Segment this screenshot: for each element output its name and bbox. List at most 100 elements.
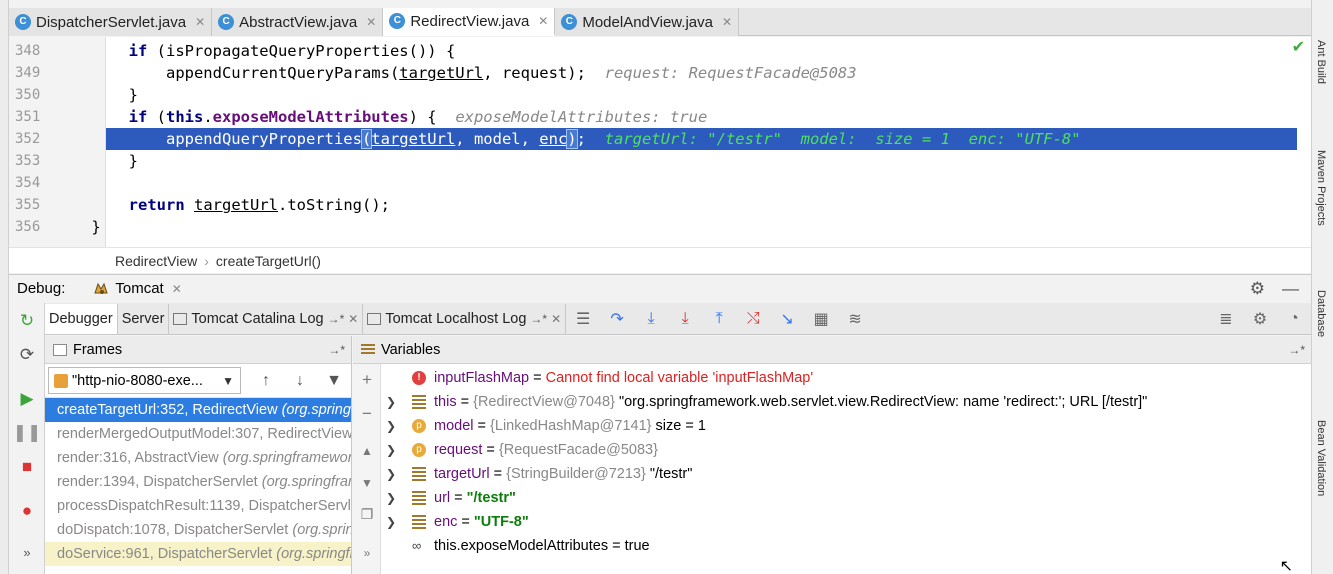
filter-icon[interactable]: ▼ [317,372,351,390]
frame-item[interactable]: createTargetUrl:352, RedirectView (org.s… [45,398,351,422]
step-out-icon[interactable]: ⤒ [702,304,736,334]
close-icon[interactable]: ✕ [538,14,548,28]
code-token: } [54,152,138,170]
code-line[interactable]: 350 } [9,84,1311,106]
more-icon[interactable]: » [9,545,45,560]
variable-row[interactable]: ∞ this.exposeModelAttributes = true [381,534,1311,558]
rerun-icon[interactable]: ↻ [9,311,45,331]
frame-item[interactable]: processDispatchResult:1139, DispatcherSe… [45,494,351,518]
equals-sign: = [456,394,474,410]
evaluate-expression-icon[interactable]: ▦ [804,304,838,334]
tab-server[interactable]: Server [118,303,170,334]
variable-row[interactable]: ❯ this = {RedirectView@7048} "org.springf… [381,390,1311,414]
variable-row[interactable]: ❯ p model = {LinkedHashMap@7141} size = 1 [381,414,1311,438]
tab-tomcat-localhost-log[interactable]: Tomcat Localhost Log →* ✕ [363,303,567,334]
code-line[interactable]: 356 } [9,216,1311,238]
remove-watch-icon[interactable]: − [353,404,381,424]
line-number: 352 [15,131,41,147]
variable-row[interactable]: ❯ url = "/testr" [381,486,1311,510]
close-icon[interactable]: ✕ [722,15,732,29]
variable-row[interactable]: ❯ targetUrl = {StringBuilder@7213} "/test… [381,462,1311,486]
pin-icon[interactable]: →* [328,312,345,326]
editor-tab[interactable]: C AbstractView.java ✕ [212,8,384,36]
arrow-down-icon[interactable]: ↓ [283,372,317,390]
code-line[interactable]: 355 return targetUrl.toString(); [9,194,1311,216]
breakpoints-icon[interactable]: ● [9,501,45,521]
pin-icon[interactable]: →* [530,312,547,326]
code-token: exposeModelAttributes: true [455,108,708,126]
pause-icon[interactable]: ❚❚ [9,423,45,443]
frame-item[interactable]: render:1394, DispatcherServlet (org.spri… [45,470,351,494]
frame-item[interactable]: doService:961, DispatcherServlet (org.sp… [45,542,351,566]
step-over-icon[interactable]: ↷ [600,304,634,334]
maven-projects-tool[interactable]: Maven Projects [1315,150,1327,226]
debug-session-tab[interactable]: Tomcat ✕ [93,280,182,297]
refresh-icon[interactable]: ⟳ [9,345,45,365]
database-tool[interactable]: Database [1315,290,1327,337]
breadcrumb-method[interactable]: createTargetUrl() [216,253,321,269]
close-icon[interactable]: ✕ [172,282,182,296]
pin-icon[interactable]: →* [1288,343,1305,357]
add-watch-icon[interactable]: + [353,370,381,390]
java-class-icon: C [15,14,31,30]
close-icon[interactable]: ✕ [366,15,376,29]
frame-item[interactable]: render:316, AbstractView (org.springfram… [45,446,351,470]
code-line[interactable]: 352 appendQueryProperties(targetUrl, mod… [9,128,1311,150]
ant-build-tool[interactable]: Ant Build [1315,40,1327,84]
code-token: targetUrl [194,196,278,214]
chevron-right-icon[interactable]: ❯ [386,462,396,486]
drop-frame-icon[interactable]: ⤭ [736,304,770,334]
breadcrumb-class[interactable]: RedirectView [115,253,197,269]
frame-package: (org.springframework.web.servlet) [261,474,351,490]
code-line[interactable]: 348 if (isPropagateQueryProperties()) { [9,40,1311,62]
code-line[interactable]: 351 if (this.exposeModelAttributes) { ex… [9,106,1311,128]
move-down-icon[interactable]: ▼ [353,476,381,490]
run-to-cursor-icon[interactable]: ↘ [770,304,804,334]
close-icon[interactable]: ✕ [195,15,205,29]
chevron-right-icon[interactable]: ❯ [386,438,396,462]
code-line[interactable]: 354 [9,172,1311,194]
variable-row[interactable]: ! inputFlashMap = Cannot find local varia… [381,366,1311,390]
breadcrumb: RedirectView › createTargetUrl() [9,247,1311,273]
copy-icon[interactable]: ❐ [353,506,381,523]
arrow-up-icon[interactable]: ↑ [249,372,283,390]
chevron-right-icon[interactable]: ❯ [386,486,396,510]
tab-tomcat-catalina-log[interactable]: Tomcat Catalina Log →* ✕ [169,303,364,334]
chevron-right-icon[interactable]: ❯ [386,414,396,438]
pin-icon[interactable]: →* [328,343,345,357]
memory-icon[interactable]: ◔ [1277,304,1311,334]
more-icon[interactable]: » [353,546,381,560]
chevron-right-icon[interactable]: ❯ [386,510,396,534]
settings-icon[interactable]: ⚙ [1243,304,1277,334]
chevron-right-icon[interactable]: ❯ [386,390,396,414]
editor-tab-label: DispatcherServlet.java [36,13,187,31]
frame-item[interactable]: doDispatch:1078, DispatcherServlet (org.… [45,518,351,542]
show-execution-point-icon[interactable]: ☰ [566,304,600,334]
restore-layout-icon[interactable]: ≣ [1209,304,1243,334]
editor-tab[interactable]: C RedirectView.java ✕ [383,8,556,36]
close-icon[interactable]: ✕ [348,312,358,326]
code-editor[interactable]: 348 if (isPropagateQueryProperties()) {3… [9,37,1311,247]
close-icon[interactable]: ✕ [551,312,561,326]
move-up-icon[interactable]: ▲ [353,444,381,458]
editor-tab[interactable]: C ModelAndView.java ✕ [555,8,740,36]
variables-panel: Variables →* + − ▲ ▼ ❐ » ! inputFlashMap … [353,336,1311,574]
step-into-icon[interactable]: ⤓ [634,304,668,334]
variable-row[interactable]: ❯ enc = "UTF-8" [381,510,1311,534]
code-line[interactable]: 353 } [9,150,1311,172]
frame-method: createTargetUrl:352, RedirectView [57,402,278,418]
tab-debugger[interactable]: Debugger [45,303,118,334]
code-line[interactable]: 349 appendCurrentQueryParams(targetUrl, … [9,62,1311,84]
trace-icon[interactable]: ≋ [838,304,872,334]
frame-item[interactable]: renderMergedOutputModel:307, RedirectVie… [45,422,351,446]
variable-row[interactable]: ❯ p request = {RequestFacade@5083} [381,438,1311,462]
tomcat-icon [93,281,111,297]
minimize-icon[interactable]: — [1282,279,1299,299]
stop-icon[interactable]: ■ [9,457,45,477]
gear-icon[interactable]: ⚙ [1250,279,1265,299]
editor-tab[interactable]: C DispatcherServlet.java ✕ [9,8,213,36]
bean-validation-tool[interactable]: Bean Validation [1315,420,1327,496]
force-step-into-icon[interactable]: ⤓ [668,304,702,334]
thread-select[interactable]: "http-nio-8080-exe... ▼ [48,367,241,394]
resume-icon[interactable]: ▶ [9,389,45,409]
